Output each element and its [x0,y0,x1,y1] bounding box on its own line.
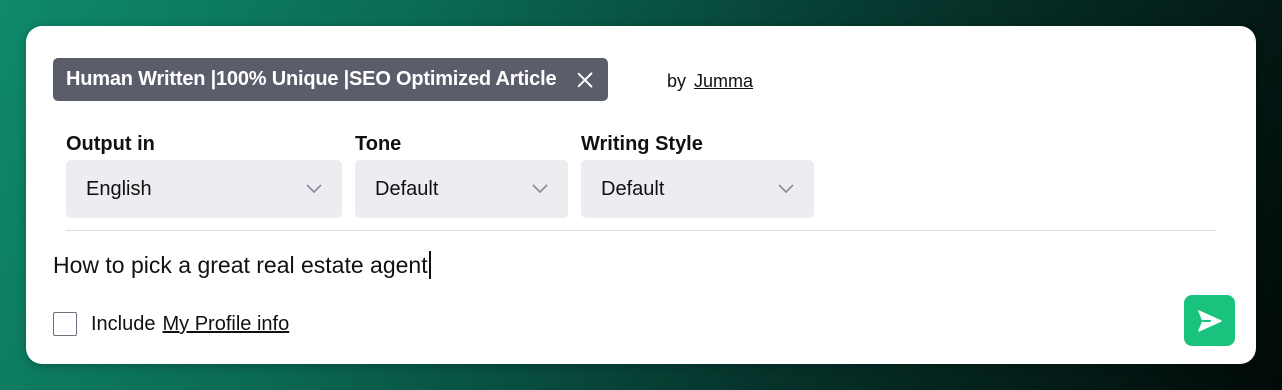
by-label: by [667,71,687,91]
tone-value: Default [375,177,439,200]
output-language-value: English [86,177,152,200]
prompt-template-title: Human Written |100% Unique |SEO Optimize… [66,68,557,90]
send-icon [1197,309,1222,332]
author-credit: by Jumma [667,71,753,92]
my-profile-info-link[interactable]: My Profile info [163,313,290,335]
send-button[interactable] [1184,295,1235,346]
divider [66,230,1216,231]
tone-label: Tone [355,133,402,155]
tone-select[interactable]: Default [355,160,568,218]
prompt-template-chip[interactable]: Human Written |100% Unique |SEO Optimize… [53,58,609,101]
writing-style-label: Writing Style [581,133,703,155]
writing-style-select[interactable]: Default [581,160,814,218]
include-profile-checkbox[interactable] [53,312,77,336]
prompt-card: Human Written |100% Unique |SEO Optimize… [26,26,1256,364]
writing-style-value: Default [601,177,665,200]
include-label-text: Include [91,313,156,335]
prompt-input[interactable]: How to pick a great real estate agent [53,248,1203,282]
text-caret [428,251,431,279]
prompt-input-text: How to pick a great real estate agent [53,251,428,278]
chevron-down-icon [532,184,548,193]
include-profile-label: Include My Profile info [91,313,289,336]
close-icon[interactable] [576,71,594,89]
chevron-down-icon [778,184,794,193]
output-language-select[interactable]: English [66,160,342,218]
output-language-label: Output in [66,133,155,155]
author-link[interactable]: Jumma [694,71,753,91]
chevron-down-icon [306,184,322,193]
